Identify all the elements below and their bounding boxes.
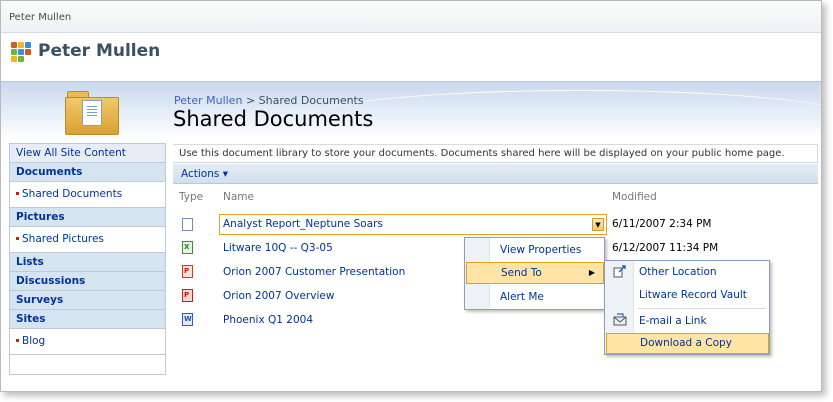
menu-item-view-properties[interactable]: View Properties <box>466 239 604 261</box>
menu-item-alert-me[interactable]: Alert Me <box>466 286 604 308</box>
powerpoint-icon: P <box>182 289 193 302</box>
nav-heading-lists[interactable]: Lists <box>10 253 165 272</box>
actions-menu-button[interactable]: Actions ▾ <box>181 168 228 180</box>
document-library-folder-icon <box>65 91 119 135</box>
site-header: Peter Mullen <box>1 34 821 80</box>
library-description: Use this document library to store your … <box>173 144 818 163</box>
site-logo-icon <box>11 42 33 62</box>
breadcrumb: Peter Mullen > Shared Documents <box>174 94 364 107</box>
breadcrumb-separator: > <box>245 94 256 107</box>
column-header-modified[interactable]: Modified <box>612 191 657 203</box>
nav-heading-surveys[interactable]: Surveys <box>10 291 165 310</box>
nav-item-blog[interactable]: Blog <box>10 329 165 355</box>
list-toolbar: Actions ▾ <box>173 164 818 184</box>
row-name-link[interactable]: Orion 2007 Customer Presentation <box>223 266 405 278</box>
nav-heading-pictures[interactable]: Pictures <box>10 208 165 227</box>
row-modified: 6/12/2007 11:34 PM <box>612 242 719 254</box>
top-bar: Peter Mullen <box>1 1 821 33</box>
row-name-link[interactable]: Phoenix Q1 2004 <box>223 314 313 326</box>
excel-icon: X <box>182 241 193 254</box>
column-header-name[interactable]: Name <box>223 191 254 203</box>
sharepoint-window: Peter Mullen Peter Mullen Peter Mullen >… <box>0 0 822 392</box>
word-icon: W <box>182 313 193 326</box>
breadcrumb-site-link[interactable]: Peter Mullen <box>174 94 242 107</box>
send-to-submenu: Other Location Litware Record Vault E-ma… <box>604 260 770 355</box>
nav-heading-sites[interactable]: Sites <box>10 310 165 329</box>
left-navigation: View All Site Content Documents Shared D… <box>9 143 166 375</box>
page-title: Shared Documents <box>173 107 374 131</box>
submenu-item-record-vault[interactable]: Litware Record Vault <box>606 285 769 306</box>
row-modified: 6/11/2007 2:34 PM <box>612 218 712 230</box>
submenu-item-download-copy[interactable]: Download a Copy <box>606 333 769 354</box>
site-title[interactable]: Peter Mullen <box>38 41 160 61</box>
row-name-link[interactable]: Orion 2007 Overview <box>223 290 334 302</box>
column-header-type[interactable]: Type <box>179 191 203 203</box>
title-band <box>1 81 821 139</box>
menu-item-send-to[interactable]: Send To ▶ <box>466 262 604 284</box>
nav-heading-discussions[interactable]: Discussions <box>10 272 165 291</box>
item-dropdown-chevron-icon[interactable]: ▼ <box>592 218 604 231</box>
row-name-link[interactable]: Analyst Report_Neptune Soars <box>223 218 383 230</box>
menu-item-send-to-label: Send To <box>501 267 542 279</box>
breadcrumb-current[interactable]: Shared Documents <box>259 94 364 107</box>
chevron-right-icon: ▶ <box>588 268 595 277</box>
item-context-menu: View Properties Send To ▶ Alert Me <box>464 237 605 310</box>
user-name[interactable]: Peter Mullen <box>9 12 71 23</box>
submenu-item-other-location[interactable]: Other Location <box>606 262 769 283</box>
actions-label: Actions <box>181 168 220 180</box>
nav-item-shared-pictures[interactable]: Shared Pictures <box>10 227 165 253</box>
submenu-item-email-link[interactable]: E-mail a Link <box>606 311 769 332</box>
nav-view-all-site-content[interactable]: View All Site Content <box>10 144 165 163</box>
row-name-link[interactable]: Litware 10Q -- Q3-05 <box>223 242 333 254</box>
powerpoint-icon: P <box>182 265 193 278</box>
chevron-down-icon: ▾ <box>222 168 228 180</box>
nav-heading-documents[interactable]: Documents <box>10 163 165 182</box>
generic-doc-icon <box>182 218 193 231</box>
nav-item-shared-documents[interactable]: Shared Documents <box>10 182 165 208</box>
